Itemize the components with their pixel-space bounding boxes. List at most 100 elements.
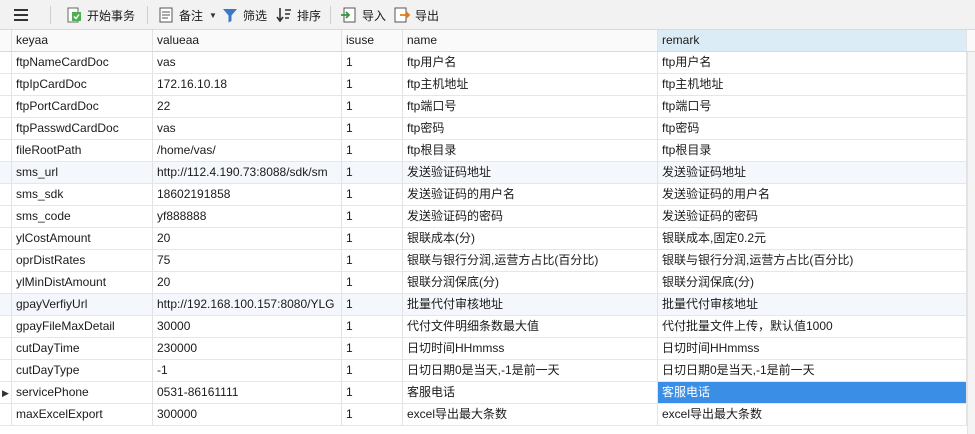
- table-cell-valueaa[interactable]: -1: [153, 360, 342, 381]
- table-cell-remark[interactable]: 客服电话: [658, 382, 967, 403]
- table-cell-name[interactable]: 日切日期0是当天,-1是前一天: [403, 360, 658, 381]
- table-cell-valueaa[interactable]: 300000: [153, 404, 342, 425]
- table-cell-valueaa[interactable]: 22: [153, 96, 342, 117]
- table-row[interactable]: gpayFileMaxDetail 30000 1 代付文件明细条数最大值 代付批量文件…: [0, 316, 975, 338]
- table-cell-keyaa[interactable]: oprDistRates: [12, 250, 153, 271]
- table-row[interactable]: fileRootPath/home/vas/1 ftp根目录 ftp根目录: [0, 140, 975, 162]
- table-cell-name[interactable]: 银联成本(分): [403, 228, 658, 249]
- row-indicator[interactable]: ▶: [0, 382, 12, 403]
- table-cell-remark[interactable]: 日切时间HHmmss: [658, 338, 967, 359]
- table-cell-name[interactable]: 银联分润保底(分): [403, 272, 658, 293]
- row-indicator[interactable]: [0, 52, 12, 73]
- table-cell-valueaa[interactable]: 30000: [153, 316, 342, 337]
- table-cell-keyaa[interactable]: fileRootPath: [12, 140, 153, 161]
- table-cell-keyaa[interactable]: maxExcelExport: [12, 404, 153, 425]
- table-cell-valueaa[interactable]: 20: [153, 272, 342, 293]
- table-row[interactable]: sms_sdk 18602191858 1 发送验证码的用户名 发送验证码的用户名: [0, 184, 975, 206]
- table-cell-isuse[interactable]: 1: [342, 294, 403, 315]
- column-header[interactable]: valueaa: [153, 30, 342, 51]
- table-cell-name[interactable]: 日切时间HHmmss: [403, 338, 658, 359]
- table-cell-name[interactable]: 客服电话: [403, 382, 658, 403]
- table-cell-isuse[interactable]: 1: [342, 360, 403, 381]
- table-row[interactable]: ftpIpCardDoc 172.16.10.18 1 ftp主机地址 ftp主机地址: [0, 74, 975, 96]
- column-header[interactable]: isuse: [342, 30, 403, 51]
- table-cell-keyaa[interactable]: sms_url: [12, 162, 153, 183]
- table-cell-name[interactable]: ftp用户名: [403, 52, 658, 73]
- table-cell-name[interactable]: ftp根目录: [403, 140, 658, 161]
- table-cell-isuse[interactable]: 1: [342, 206, 403, 227]
- table-cell-isuse[interactable]: 1: [342, 184, 403, 205]
- table-row[interactable]: ftpNameCardDoc vas 1 ftp用户名 ftp用户名: [0, 52, 975, 74]
- row-indicator[interactable]: [0, 360, 12, 381]
- table-cell-keyaa[interactable]: gpayFileMaxDetail: [12, 316, 153, 337]
- row-indicator[interactable]: [0, 74, 12, 95]
- table-cell-valueaa[interactable]: vas: [153, 118, 342, 139]
- table-cell-name[interactable]: 批量代付审核地址: [403, 294, 658, 315]
- table-cell-remark[interactable]: 发送验证码地址: [658, 162, 967, 183]
- export-button[interactable]: 导出: [394, 0, 439, 30]
- table-cell-isuse[interactable]: 1: [342, 228, 403, 249]
- sort-button[interactable]: 排序: [276, 0, 321, 30]
- table-cell-remark[interactable]: ftp根目录: [658, 140, 967, 161]
- table-cell-isuse[interactable]: 1: [342, 404, 403, 425]
- vertical-scrollbar[interactable]: [967, 52, 975, 434]
- import-button[interactable]: 导入: [341, 0, 386, 30]
- table-cell-valueaa[interactable]: vas: [153, 52, 342, 73]
- row-indicator[interactable]: [0, 338, 12, 359]
- table-cell-valueaa[interactable]: http://192.168.100.157:8080/YLG: [153, 294, 342, 315]
- table-cell-name[interactable]: ftp密码: [403, 118, 658, 139]
- table-cell-remark[interactable]: 发送验证码的用户名: [658, 184, 967, 205]
- table-cell-remark[interactable]: 银联成本,固定0.2元: [658, 228, 967, 249]
- table-cell-remark[interactable]: 银联分润保底(分): [658, 272, 967, 293]
- table-cell-keyaa[interactable]: ftpPortCardDoc: [12, 96, 153, 117]
- row-indicator[interactable]: [0, 118, 12, 139]
- table-cell-valueaa[interactable]: 230000: [153, 338, 342, 359]
- memo-button[interactable]: 备注 ▼: [158, 0, 217, 30]
- filter-button[interactable]: 筛选: [222, 0, 267, 30]
- table-cell-keyaa[interactable]: cutDayTime: [12, 338, 153, 359]
- table-row[interactable]: cutDayType -1 1 日切日期0是当天,-1是前一天 日切日期0是当天,-1是…: [0, 360, 975, 382]
- table-cell-isuse[interactable]: 1: [342, 52, 403, 73]
- table-cell-remark[interactable]: ftp端口号: [658, 96, 967, 117]
- table-cell-valueaa[interactable]: yf888888: [153, 206, 342, 227]
- row-indicator[interactable]: [0, 294, 12, 315]
- table-cell-isuse[interactable]: 1: [342, 140, 403, 161]
- row-indicator[interactable]: [0, 250, 12, 271]
- table-cell-isuse[interactable]: 1: [342, 316, 403, 337]
- table-cell-name[interactable]: 发送验证码地址: [403, 162, 658, 183]
- row-indicator[interactable]: [0, 228, 12, 249]
- table-cell-remark[interactable]: 银联与银行分润,运营方占比(百分比): [658, 250, 967, 271]
- row-indicator[interactable]: [0, 140, 12, 161]
- row-indicator[interactable]: [0, 404, 12, 425]
- table-row[interactable]: oprDistRates 75 1 银联与银行分润,运营方占比(百分比) 银联与银行分润…: [0, 250, 975, 272]
- table-cell-name[interactable]: ftp端口号: [403, 96, 658, 117]
- column-header[interactable]: keyaa: [12, 30, 153, 51]
- table-cell-name[interactable]: 发送验证码的密码: [403, 206, 658, 227]
- table-row[interactable]: ylCostAmount 20 1 银联成本(分) 银联成本,固定0.2元: [0, 228, 975, 250]
- table-cell-valueaa[interactable]: 20: [153, 228, 342, 249]
- table-cell-keyaa[interactable]: ftpNameCardDoc: [12, 52, 153, 73]
- table-cell-valueaa[interactable]: 0531-86161111: [153, 382, 342, 403]
- table-cell-valueaa[interactable]: /home/vas/: [153, 140, 342, 161]
- table-cell-remark[interactable]: ftp密码: [658, 118, 967, 139]
- menu-button[interactable]: [14, 0, 28, 30]
- table-cell-remark[interactable]: 发送验证码的密码: [658, 206, 967, 227]
- table-cell-keyaa[interactable]: ftpIpCardDoc: [12, 74, 153, 95]
- row-indicator[interactable]: [0, 206, 12, 227]
- table-cell-isuse[interactable]: 1: [342, 272, 403, 293]
- table-row[interactable]: sms_url http://112.4.190.73:8088/sdk/sm 1 发…: [0, 162, 975, 184]
- table-row[interactable]: ftpPasswdCardDoc vas 1 ftp密码 ftp密码: [0, 118, 975, 140]
- row-indicator[interactable]: [0, 162, 12, 183]
- table-cell-valueaa[interactable]: 75: [153, 250, 342, 271]
- row-indicator[interactable]: [0, 316, 12, 337]
- table-cell-name[interactable]: ftp主机地址: [403, 74, 658, 95]
- table-cell-keyaa[interactable]: servicePhone: [12, 382, 153, 403]
- row-indicator[interactable]: [0, 96, 12, 117]
- chevron-down-icon[interactable]: ▼: [209, 11, 217, 20]
- table-row[interactable]: gpayVerfiyUrl http://192.168.100.157:8080…: [0, 294, 975, 316]
- table-cell-remark[interactable]: 日切日期0是当天,-1是前一天: [658, 360, 967, 381]
- table-row[interactable]: ylMinDistAmount 20 1 银联分润保底(分) 银联分润保底(分): [0, 272, 975, 294]
- table-cell-remark[interactable]: ftp主机地址: [658, 74, 967, 95]
- column-header[interactable]: remark: [658, 30, 967, 51]
- table-cell-valueaa[interactable]: http://112.4.190.73:8088/sdk/sm: [153, 162, 342, 183]
